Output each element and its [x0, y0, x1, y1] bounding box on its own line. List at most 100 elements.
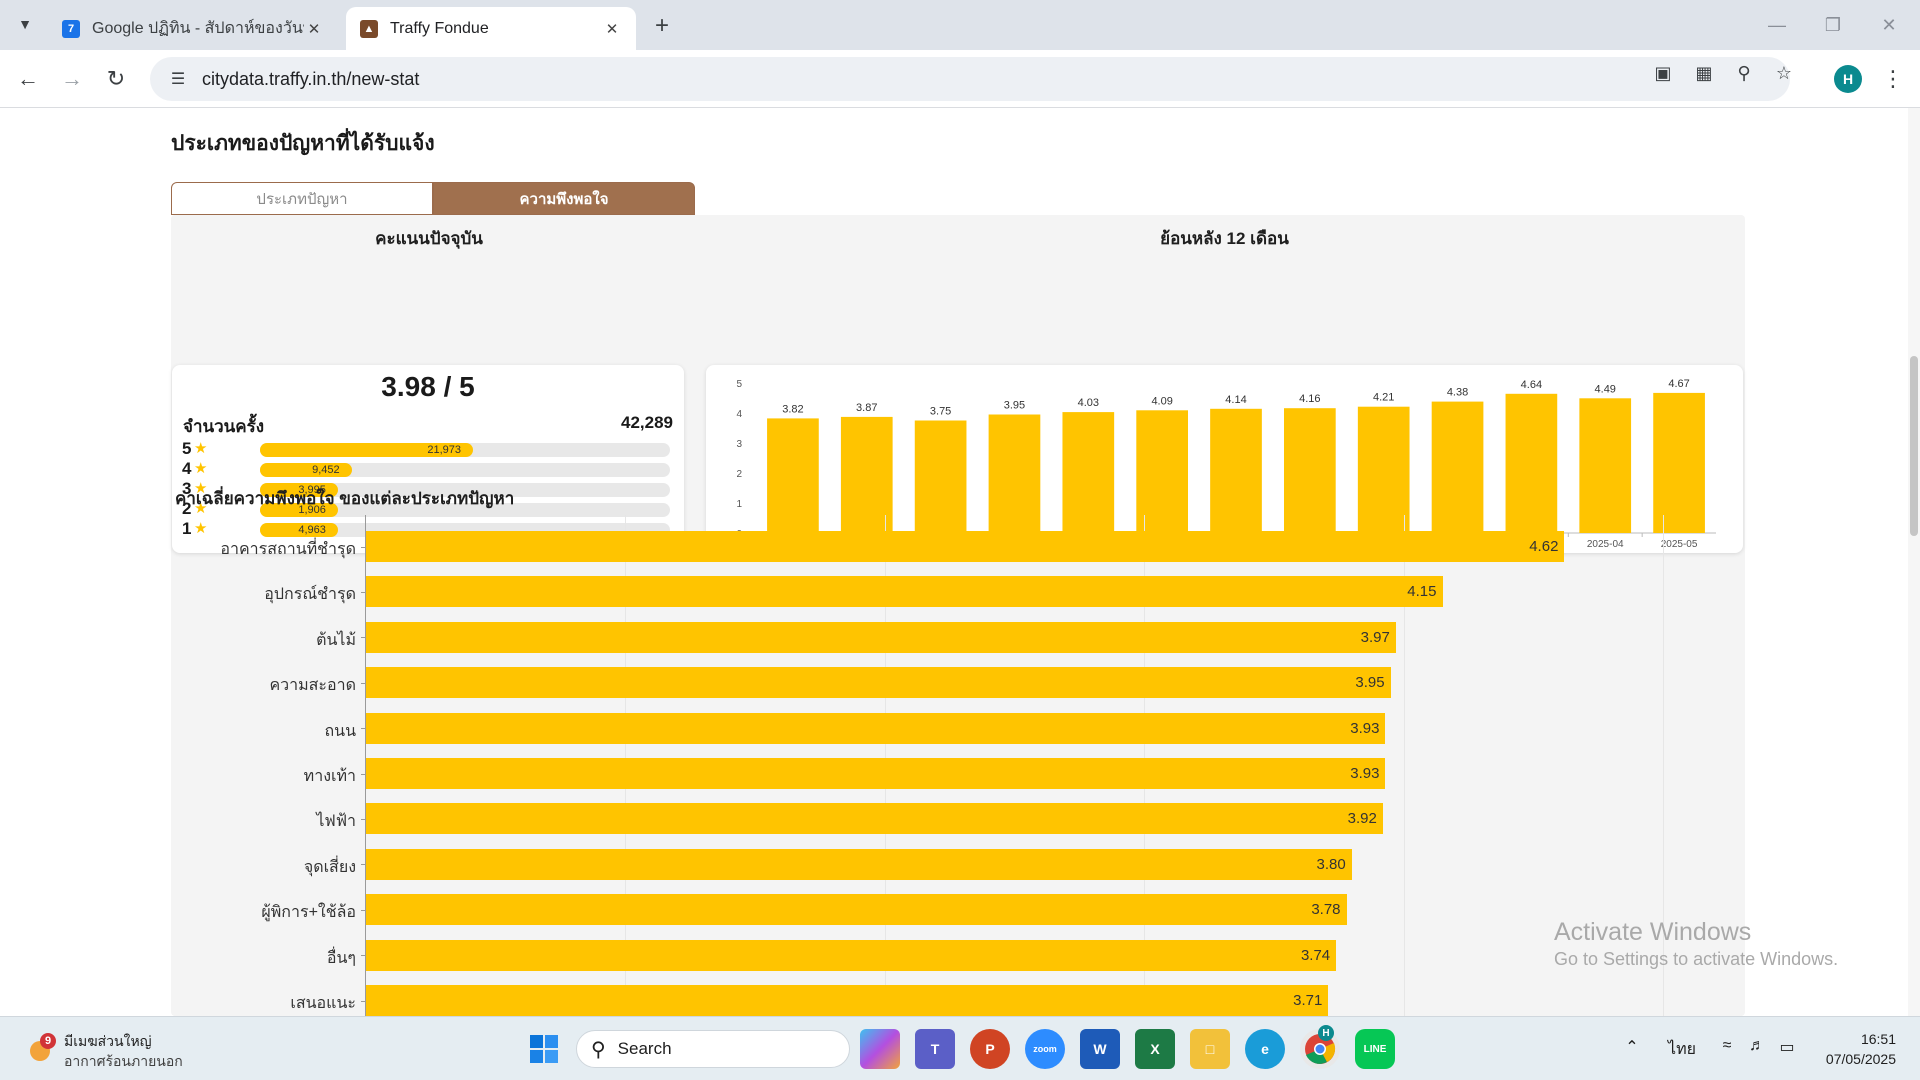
category-bar [366, 848, 1352, 880]
back-arrow-icon[interactable]: ← [12, 63, 44, 95]
watermark-line2: Go to Settings to activate Windows. [1554, 949, 1839, 969]
edge-app-icon[interactable]: e [1245, 1029, 1285, 1069]
zoom-app-icon[interactable]: zoom [1025, 1029, 1065, 1069]
category-bar [366, 758, 1386, 789]
category-value-label: 3.95 [1355, 674, 1385, 692]
bar-value-label: 3.82 [782, 403, 803, 415]
word-app-icon[interactable]: W [1080, 1029, 1120, 1069]
category-value-label: 3.80 [1316, 855, 1346, 873]
category-label: ไฟฟ้า [316, 813, 356, 831]
month-bar [1431, 401, 1484, 533]
star-row-5: 5 ★ 21,973 [182, 440, 674, 458]
category-label: จุดเสี่ยง [303, 858, 356, 876]
satisfaction-panel: คะแนนปัจจุบัน 3.98 / 5 จำนวนครั้ง 42,289… [171, 215, 1745, 1016]
close-tab-icon[interactable]: ✕ [304, 19, 324, 39]
url-text[interactable]: citydata.traffy.in.th/new-stat [202, 69, 419, 90]
y-tick-mark [361, 546, 366, 548]
volume-icon[interactable]: ♬ [1744, 1037, 1770, 1055]
page-viewport: ประเภทของปัญหาที่ได้รับแจ้ง ประเภทปัญหา … [0, 108, 1920, 1016]
tab-traffy-fondue[interactable]: ▲ Traffy Fondue ✕ [346, 7, 636, 50]
star-fill: 21,973 [260, 443, 474, 457]
teams-app-icon[interactable]: T [915, 1029, 955, 1069]
category-value-label: 3.97 [1360, 628, 1390, 646]
tab-strip: ▼ 7 Google ปฏิทิน - สัปดาห์ของวันที่ 11 … [0, 0, 1920, 50]
site-settings-icon[interactable]: ☰ [158, 57, 198, 101]
category-value-label: 3.78 [1311, 901, 1341, 919]
category-label: ทางเท้า [303, 768, 356, 785]
tab-google-calendar[interactable]: 7 Google ปฏิทิน - สัปดาห์ของวันที่ 11 ✕ [48, 7, 338, 50]
weather-widget[interactable]: 9 มีเมฆส่วนใหญ่ อากาศร้อนภายนอก [24, 1029, 204, 1073]
category-label: ความสะอาด [269, 677, 356, 695]
category-label: ต้นไม้ [316, 631, 356, 649]
install-app-icon[interactable]: ▣ [1650, 60, 1676, 86]
taskbar-search[interactable]: ⚲ Search [576, 1030, 850, 1068]
windows-start-icon[interactable] [524, 1029, 564, 1069]
y-tick-mark [361, 728, 366, 730]
show-hidden-icons-icon[interactable]: ⌃ [1620, 1037, 1644, 1057]
category-bar [366, 985, 1329, 1016]
powerpoint-app-icon[interactable]: P [970, 1029, 1010, 1069]
category-label: เสนอแนะ [290, 995, 356, 1012]
category-bar [366, 531, 1565, 562]
rating-count-label: จำนวนครั้ง [183, 417, 265, 436]
category-bar [366, 667, 1391, 699]
category-value-label: 3.93 [1350, 719, 1380, 737]
battery-icon[interactable]: ▭ [1774, 1037, 1800, 1057]
address-bar[interactable]: ☰ citydata.traffy.in.th/new-stat [150, 57, 1790, 101]
bar-value-label: 3.95 [1004, 400, 1025, 412]
file-explorer-icon[interactable]: □ [1190, 1029, 1230, 1069]
tab-search-chevron-icon[interactable]: ▼ [10, 9, 40, 39]
y-tick-mark [361, 909, 366, 911]
bar-value-label: 4.09 [1151, 395, 1172, 407]
category-bar [366, 576, 1443, 608]
scrollbar-thumb[interactable] [1910, 356, 1918, 536]
weather-note: อากาศร้อนภายนอก [64, 1053, 183, 1069]
translate-icon[interactable]: ▦ [1691, 60, 1717, 86]
y-tick-mark [361, 682, 366, 684]
bookmark-star-icon[interactable]: ☆ [1771, 60, 1797, 86]
y-tick-label: 4 [736, 409, 742, 420]
category-label: อาคารสถานที่ชำรุด [220, 541, 356, 558]
reload-icon[interactable]: ↻ [100, 63, 132, 95]
category-bar [366, 803, 1383, 835]
close-window-icon[interactable]: ✕ [1874, 10, 1904, 40]
zoom-magnifier-icon[interactable]: ⚲ [1731, 60, 1757, 86]
wifi-icon[interactable]: ≈ [1714, 1037, 1740, 1055]
y-tick-mark [361, 818, 366, 820]
copilot-app-icon[interactable] [860, 1029, 900, 1069]
close-tab-icon[interactable]: ✕ [602, 19, 622, 39]
minimize-icon[interactable]: — [1762, 10, 1792, 40]
view-toggle: ประเภทปัญหา ความพึงพอใจ [171, 182, 695, 215]
bar-value-label: 4.49 [1595, 383, 1616, 395]
category-bar [366, 894, 1347, 926]
tab-problem-type[interactable]: ประเภทปัญหา [171, 182, 433, 215]
forward-arrow-icon[interactable]: → [56, 63, 88, 95]
system-clock[interactable]: 16:51 07/05/2025 [1826, 1029, 1896, 1069]
more-menu-icon[interactable]: ⋮ [1878, 63, 1908, 95]
new-tab-plus-icon[interactable]: + [648, 12, 676, 40]
restore-icon[interactable]: ❐ [1818, 10, 1848, 40]
current-score-value: 3.98 / 5 [381, 371, 475, 402]
month-bar [1579, 398, 1632, 533]
watermark-line1: Activate Windows [1554, 918, 1752, 946]
bar-value-label: 4.38 [1447, 387, 1468, 399]
star-fill: 9,452 [260, 463, 352, 477]
star-count: 21,973 [427, 444, 462, 456]
category-value-label: 3.92 [1347, 810, 1377, 828]
clock-time: 16:51 [1860, 1031, 1896, 1047]
category-label: อื่นๆ [326, 949, 356, 967]
excel-app-icon[interactable]: X [1135, 1029, 1175, 1069]
page-scrollbar[interactable] [1908, 108, 1920, 1016]
y-tick-mark [361, 955, 366, 957]
line-app-icon[interactable]: LINE [1355, 1029, 1395, 1069]
star-row-4: 4 ★ 9,452 [182, 460, 674, 478]
input-language[interactable]: ไทย [1664, 1037, 1700, 1062]
category-value-label: 3.71 [1293, 992, 1323, 1009]
section-title: ประเภทของปัญหาที่ได้รับแจ้ง [171, 132, 435, 155]
profile-avatar[interactable]: H [1834, 65, 1862, 93]
star-icon: ★ [194, 440, 208, 457]
windows-logo-icon [530, 1035, 558, 1063]
tab-satisfaction[interactable]: ความพึงพอใจ [433, 182, 695, 215]
traffy-favicon-icon: ▲ [360, 19, 378, 38]
category-label: ถนน [324, 722, 356, 740]
